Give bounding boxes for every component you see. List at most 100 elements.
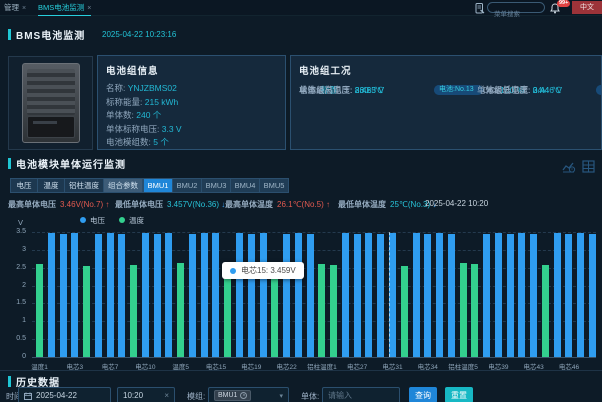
cell-bar-chart: V 3.532.521.510.50 温度1电芯3电芯7电芯10温度5电芯15电…	[0, 216, 602, 370]
bar-电压[interactable]	[307, 234, 314, 357]
document-icon[interactable]	[475, 3, 485, 14]
bar-电压[interactable]	[495, 233, 502, 357]
language-button[interactable]: 中文	[572, 1, 602, 14]
bar-电压[interactable]	[248, 234, 255, 357]
bar-电压[interactable]	[201, 233, 208, 357]
bar-电压[interactable]	[118, 234, 125, 357]
stat-value: 26.1℃(No.5)	[277, 200, 324, 209]
info-label: 电池模组数:	[106, 137, 153, 147]
bmu-tab-BMU4[interactable]: BMU4	[230, 178, 260, 193]
bar-温度[interactable]	[401, 266, 408, 357]
browser-tab-1[interactable]: 管理×	[4, 2, 26, 13]
bar-温度[interactable]	[460, 263, 467, 357]
bar-温度[interactable]	[542, 265, 549, 357]
bar-电压[interactable]	[530, 234, 537, 357]
stat-1: 最高单体电压3.46V(No.7) ↑	[8, 199, 109, 210]
calendar-icon	[24, 392, 32, 400]
bar-电压[interactable]	[565, 234, 572, 357]
tab-close-icon[interactable]: ×	[87, 5, 91, 12]
info-value: 215 kWh	[145, 97, 179, 107]
remove-tag-icon[interactable]: ×	[240, 392, 247, 399]
bar-电压[interactable]	[295, 233, 302, 357]
bar-电压[interactable]	[389, 233, 396, 357]
bmu-tab-BMU5[interactable]: BMU5	[259, 178, 289, 193]
module-tag: BMU1 ×	[214, 390, 251, 401]
bar-温度[interactable]	[271, 266, 278, 357]
stat-value: 3.46V(No.7)	[60, 200, 103, 209]
info-value: 5 个	[153, 137, 169, 147]
bar-电压[interactable]	[283, 234, 290, 357]
module-select[interactable]: BMU1 × ▾	[208, 387, 289, 402]
bar-series	[36, 232, 596, 357]
bar-电压[interactable]	[189, 234, 196, 357]
data-table-icon[interactable]	[582, 160, 595, 173]
stat-2: 最低单体电压3.457V(No.36) ↓	[115, 199, 225, 210]
param-tab-铝柱温度[interactable]: 铝柱温度	[64, 178, 104, 193]
bar-电压[interactable]	[48, 233, 55, 357]
info-row: 电池模组数: 5 个	[106, 136, 285, 150]
bar-温度[interactable]	[318, 264, 325, 357]
browser-tab-2[interactable]: BMS电池监测×	[38, 2, 91, 16]
bar-电压[interactable]	[589, 234, 596, 357]
bar-电压[interactable]	[413, 233, 420, 357]
bar-电压[interactable]	[377, 234, 384, 357]
monitor-accent-bar	[8, 158, 11, 169]
bar-电压[interactable]	[260, 233, 267, 357]
history-chart-icon[interactable]	[562, 160, 576, 173]
bar-电压[interactable]	[165, 233, 172, 357]
bar-电压[interactable]	[507, 234, 514, 357]
bar-电压[interactable]	[436, 233, 443, 357]
bar-电压[interactable]	[518, 233, 525, 357]
bar-电压[interactable]	[577, 233, 584, 357]
bar-电压[interactable]	[60, 234, 67, 357]
tab-label: BMS电池监测	[38, 3, 84, 12]
bar-电压[interactable]	[95, 234, 102, 357]
bar-电压[interactable]	[154, 234, 161, 357]
bar-电压[interactable]	[354, 234, 361, 357]
bar-温度[interactable]	[177, 263, 184, 357]
param-tab-温度[interactable]: 温度	[37, 178, 65, 193]
y-tick-label: 3.5	[0, 228, 26, 235]
info-label: 单体标称电压:	[106, 124, 162, 134]
chart-tooltip: 电芯15: 3.459V	[222, 262, 304, 279]
reset-button[interactable]: 重置	[445, 387, 473, 402]
bmu-tab-BMU3[interactable]: BMU3	[201, 178, 231, 193]
search-input[interactable]	[488, 10, 544, 19]
search-box	[487, 2, 545, 13]
bar-电压[interactable]	[483, 234, 490, 357]
clear-time-icon[interactable]: ×	[164, 391, 169, 400]
cell-input[interactable]	[328, 391, 394, 400]
bar-电压[interactable]	[107, 233, 114, 357]
bmu-tab-BMU2[interactable]: BMU2	[172, 178, 202, 193]
bar-温度[interactable]	[471, 264, 478, 357]
bar-温度[interactable]	[130, 265, 137, 357]
time-input[interactable]	[123, 391, 162, 400]
y-tick-label: 2.5	[0, 264, 26, 271]
bar-电压[interactable]	[71, 233, 78, 357]
cell-input-wrap	[322, 387, 400, 402]
bmu-tab-BMU1[interactable]: BMU1	[143, 178, 173, 193]
bar-温度[interactable]	[224, 266, 231, 357]
bar-电压[interactable]	[365, 233, 372, 357]
stat-label: 最低单体温度	[338, 200, 386, 209]
y-tick-label: 0.5	[0, 335, 26, 342]
bar-温度[interactable]	[83, 266, 90, 357]
bar-电压[interactable]	[448, 234, 455, 357]
param-tab-组合参数[interactable]: 组合参数	[103, 178, 143, 193]
query-button[interactable]: 查询	[409, 387, 437, 402]
bar-电压[interactable]	[554, 233, 561, 357]
date-picker[interactable]	[18, 387, 111, 402]
tab-close-icon[interactable]: ×	[22, 5, 26, 12]
bar-电压[interactable]	[236, 233, 243, 357]
bar-电压[interactable]	[212, 233, 219, 357]
info-label: 名称:	[106, 83, 128, 93]
battery-cabinet-image	[8, 56, 93, 150]
bar-温度[interactable]	[36, 264, 43, 357]
param-tab-电压[interactable]: 电压	[10, 178, 38, 193]
bar-电压[interactable]	[424, 234, 431, 357]
date-input[interactable]	[36, 391, 105, 400]
time-picker[interactable]: ×	[117, 387, 175, 402]
bar-电压[interactable]	[342, 233, 349, 357]
bar-电压[interactable]	[142, 233, 149, 357]
bar-温度[interactable]	[330, 265, 337, 357]
